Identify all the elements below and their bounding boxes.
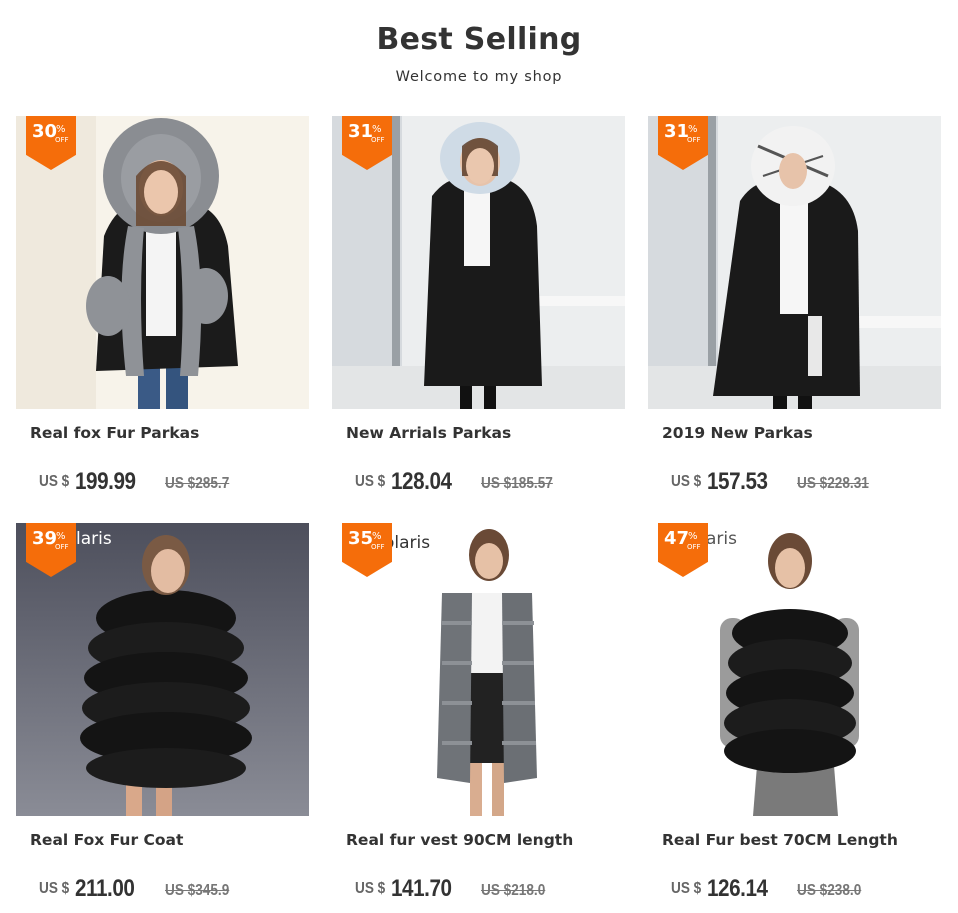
sale-price: 126.14 — [707, 875, 768, 902]
product-card[interactable]: aris 47 % OFF Real Fur best 70CM Length … — [648, 523, 942, 913]
percent-symbol: % — [56, 124, 66, 135]
sale-price: 157.53 — [707, 468, 768, 495]
percent-symbol: % — [688, 531, 698, 542]
off-label: OFF — [55, 136, 69, 144]
price-row: US $ 126.14 US $238.0 — [671, 875, 941, 905]
off-label: OFF — [371, 136, 385, 144]
product-name[interactable]: Real fox Fur Parkas — [30, 423, 280, 444]
percent-symbol: % — [372, 531, 382, 542]
original-price: US $285.7 — [165, 475, 230, 492]
product-name[interactable]: Real Fox Fur Coat — [30, 830, 280, 851]
section-title: Best Selling — [376, 22, 582, 57]
product-card[interactable]: 31 % OFF 2019 New Parkas US $ 157.53 US $2… — [648, 116, 942, 506]
discount-value: 30 — [32, 121, 58, 142]
discount-value: 35 — [348, 528, 374, 549]
currency-label: US $ — [355, 880, 386, 897]
currency-label: US $ — [671, 473, 702, 490]
sale-price: 199.99 — [75, 468, 136, 495]
off-label: OFF — [687, 136, 701, 144]
product-card[interactable]: laris 39 % OFF Real Fox Fur Coat US $ 211… — [16, 523, 310, 913]
currency-label: US $ — [355, 473, 386, 490]
off-label: OFF — [55, 543, 69, 551]
section-subtitle: Welcome to my shop — [395, 69, 563, 85]
original-price: US $228.31 — [797, 475, 869, 492]
product-name[interactable]: 2019 New Parkas — [662, 423, 912, 444]
product-card[interactable]: 30 % OFF Real fox Fur Parkas US $199.99 U… — [16, 116, 310, 506]
discount-value: 39 — [32, 528, 58, 549]
currency-label: US $ — [39, 473, 70, 490]
sale-price: 128.04 — [391, 468, 452, 495]
brand-watermark: aris — [706, 529, 737, 549]
percent-symbol: % — [56, 531, 66, 542]
off-label: OFF — [687, 543, 701, 551]
product-name[interactable]: New Arrials Parkas — [346, 423, 596, 444]
product-card[interactable]: olaris 35 % OFF Real fur vest 90CM lengt… — [332, 523, 626, 913]
percent-symbol: % — [688, 124, 698, 135]
price-row: US $ 211.00 US $345.9 — [39, 875, 309, 905]
sale-price: 211.00 — [75, 875, 135, 902]
currency-label: US $ — [671, 880, 702, 897]
price-row: US $ 157.53 US $228.31 — [671, 468, 941, 498]
original-price: US $345.9 — [165, 882, 230, 899]
product-name[interactable]: Real fur vest 90CM length — [346, 830, 596, 851]
off-label: OFF — [371, 543, 385, 551]
brand-watermark: laris — [76, 529, 112, 549]
sale-price: 141.70 — [391, 875, 452, 902]
original-price: US $185.57 — [481, 475, 553, 492]
discount-value: 31 — [348, 121, 374, 142]
currency-label: US $ — [39, 880, 70, 897]
discount-value: 47 — [664, 528, 690, 549]
original-price: US $218.0 — [481, 882, 546, 899]
discount-value: 31 — [664, 121, 690, 142]
price-row: US $ 199.99 US $285.7 — [39, 468, 309, 498]
price-row: US $ 141.70 US $218.0 — [355, 875, 625, 905]
price-row: US $ 128.04 US $185.57 — [355, 468, 625, 498]
percent-symbol: % — [372, 124, 382, 135]
product-name[interactable]: Real Fur best 70CM Length — [662, 830, 912, 851]
product-card[interactable]: 31 % OFF New Arrials Parkas US $128.04 US… — [332, 116, 626, 506]
original-price: US $238.0 — [797, 882, 862, 899]
